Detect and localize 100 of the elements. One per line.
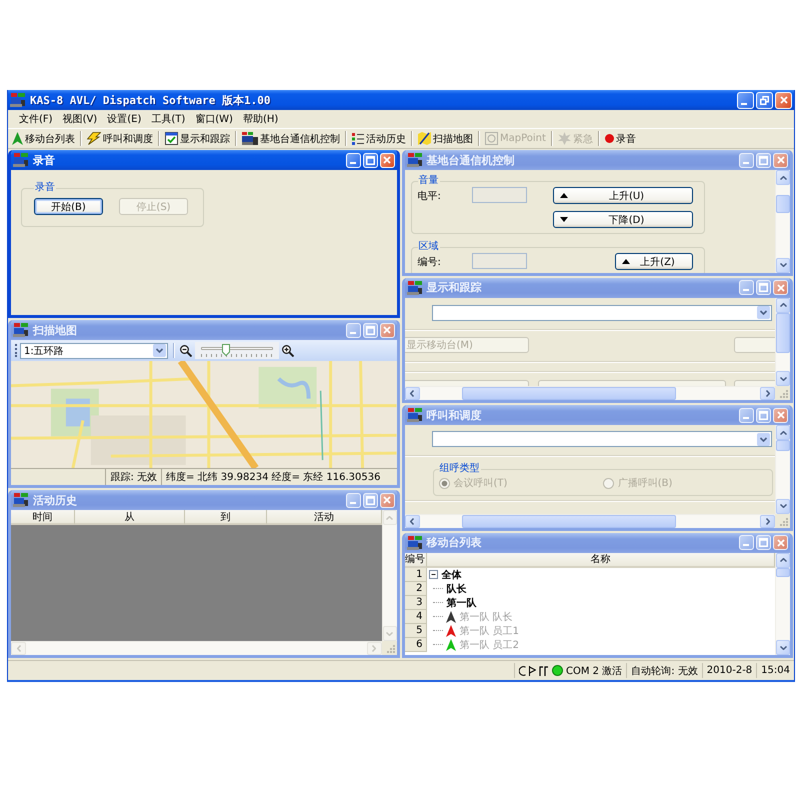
resize-grip-icon [386,644,394,653]
chevron-left-icon [16,645,20,652]
scrollbar-thumb[interactable] [776,312,790,352]
close-button[interactable] [380,322,394,338]
maximize-icon [759,156,768,164]
window-title: 基地台通信机控制 [426,152,516,168]
menu-item[interactable]: 工具(T) [146,112,190,126]
menu-item[interactable]: 文件(F) [14,112,58,126]
tree-item[interactable]: 全体 [442,568,462,582]
scrollbar-thumb[interactable] [776,440,790,451]
triangle-up-icon [622,259,630,264]
button[interactable]: 下降(D) [552,211,692,228]
button[interactable]: 上升(U) [552,187,692,204]
computer-icon [13,493,29,507]
close-button[interactable] [380,492,394,508]
status-text: 2010-2-8 [706,665,752,676]
text-field[interactable] [472,187,526,203]
window-title: 显示和跟踪 [426,280,482,295]
computer-icon [13,153,29,167]
scroll-up-button[interactable] [776,552,790,568]
scrollbar-thumb[interactable] [462,387,676,400]
row-number: 3 [404,596,426,610]
close-icon [776,156,784,164]
close-icon [383,326,391,334]
bracket-icon [539,666,550,676]
maximize-icon [759,538,768,547]
close-icon [776,284,784,292]
toolbar-button[interactable]: 活动历史 [350,130,408,148]
computer-icon [13,323,29,337]
text-field[interactable] [472,253,526,269]
button[interactable]: 开始(B) [34,198,103,215]
status-text: 纬度= 北纬 39.98234 经度= 东经 116.30536 [161,469,384,485]
minimize-button[interactable] [346,322,360,338]
computer-icon [10,93,26,107]
tree-item[interactable]: 队长 [446,582,466,596]
column-header[interactable]: 编号 [404,552,426,568]
menu-item[interactable]: 帮助(H) [238,112,284,126]
chevron-down-icon [780,504,786,508]
toolbar-button[interactable]: 录音 [602,130,638,148]
toolbar-button[interactable]: 移动台列表 [10,130,77,148]
menu-item[interactable]: 视图(V) [58,112,102,126]
scrollbar-thumb[interactable] [776,195,790,213]
scroll-down-button[interactable] [776,258,790,272]
tree-line [432,644,442,645]
scroll-down-button[interactable] [776,498,790,514]
toolbar-button[interactable]: 基地台通信机控制 [240,130,342,148]
chevron-down-icon [780,376,786,380]
row-number: 5 [404,624,426,638]
minimize-icon [350,162,356,164]
ring-icon [485,132,498,145]
menu-item[interactable]: 窗口(W) [190,112,238,126]
column-header[interactable]: 从 [75,510,185,525]
scrollbar-thumb[interactable] [776,568,790,576]
menu-item[interactable]: 设置(E) [102,112,146,126]
scroll-left-button[interactable] [404,514,420,528]
scroll-up-button[interactable] [776,298,790,312]
column-header[interactable]: 到 [185,510,267,525]
status-text: 15:04 [761,665,790,676]
tree-item[interactable]: 第一队 [446,596,476,610]
restore-button[interactable] [756,92,773,108]
slider-thumb[interactable] [222,344,230,356]
minimize-button[interactable] [346,492,360,508]
row-number: 2 [404,582,426,596]
close-button[interactable] [773,535,788,550]
tree-line [432,630,442,631]
dropdown-field[interactable] [432,431,772,447]
scroll-right-button[interactable] [760,387,775,400]
maximize-button[interactable] [362,322,378,338]
close-button[interactable] [773,280,788,295]
column-header[interactable]: 时间 [11,510,75,525]
row-number: 6 [404,638,426,652]
zoom-slider[interactable] [195,342,279,359]
close-icon [780,96,788,104]
maximize-icon [366,496,374,504]
maximize-button[interactable] [362,492,378,508]
flag-icon [529,666,536,676]
column-header[interactable]: 名称 [426,552,775,568]
scroll-up-button[interactable] [776,425,790,440]
toolbar-button[interactable]: 显示和跟踪 [163,130,232,148]
scroll-right-button[interactable] [760,514,775,528]
scrollbar-thumb[interactable] [462,514,676,528]
chevron-right-icon [372,645,376,652]
collapse-icon[interactable] [428,570,438,579]
computer-icon [406,153,422,167]
toolbar-button[interactable]: 扫描地图 [416,130,475,148]
scroll-up-button[interactable] [776,170,790,185]
route-combobox[interactable]: 1:五环路 [20,342,168,358]
close-button[interactable] [773,152,788,168]
list-icon [352,132,364,144]
close-button[interactable] [773,408,788,422]
toolbar-button[interactable]: 呼叫和调度 [85,130,155,148]
scroll-down-button[interactable] [776,640,790,655]
button[interactable]: 上升(Z) [614,253,692,270]
scroll-down-button[interactable] [776,371,790,386]
maximize-icon [759,410,768,420]
window-title: 扫描地图 [33,322,78,338]
column-header[interactable]: 活动 [267,510,382,525]
dropdown-field[interactable] [432,304,772,320]
resize-grip-icon [779,516,788,526]
scroll-left-button[interactable] [404,387,420,400]
